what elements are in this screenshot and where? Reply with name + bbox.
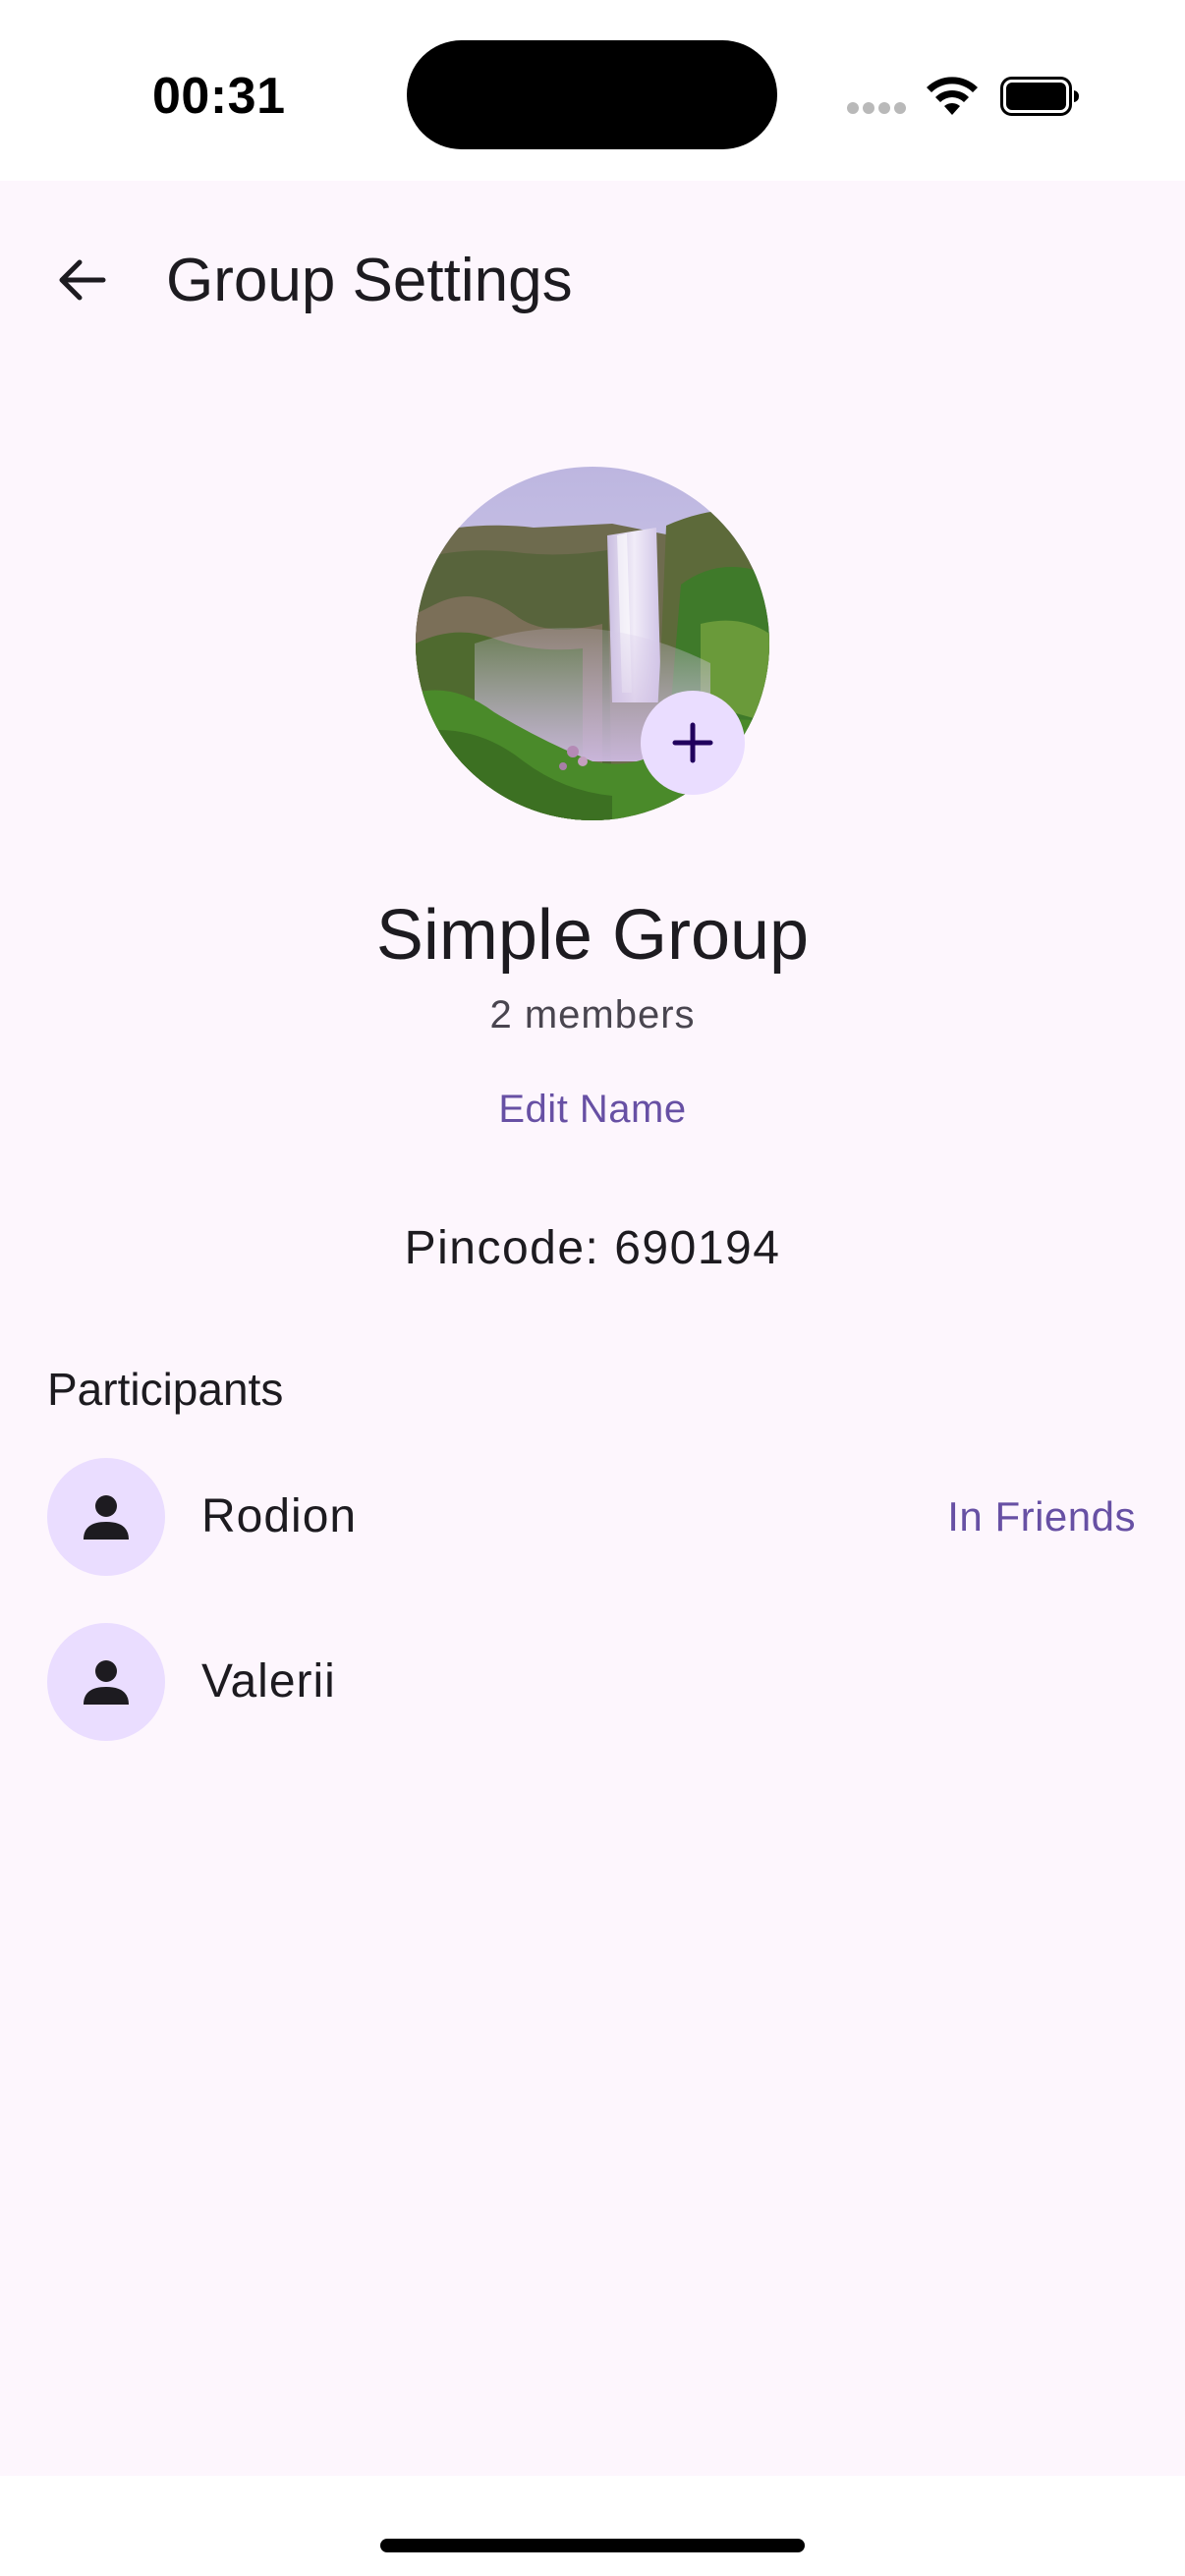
plus-icon bbox=[672, 722, 713, 763]
friend-status[interactable]: In Friends bbox=[947, 1487, 1136, 1546]
screen: 00:31 Group Settings Simple Group 2 memb… bbox=[0, 0, 1185, 2576]
back-button[interactable] bbox=[39, 238, 124, 322]
participant-row[interactable]: Rodion In Friends bbox=[0, 1448, 1185, 1586]
member-count: 2 members bbox=[489, 993, 696, 1036]
person-icon bbox=[84, 1660, 129, 1705]
status-time: 00:31 bbox=[152, 68, 286, 125]
dynamic-island bbox=[407, 40, 777, 149]
home-indicator[interactable] bbox=[380, 2539, 805, 2552]
avatar bbox=[47, 1458, 165, 1576]
cellular-signal-icon bbox=[847, 102, 908, 116]
group-name: Simple Group bbox=[375, 896, 810, 975]
arrow-left-icon bbox=[59, 259, 106, 301]
edit-name-button[interactable]: Edit Name bbox=[465, 1065, 720, 1153]
home-area bbox=[0, 2476, 1185, 2576]
group-settings-page: Group Settings Simple Group 2 members Ed… bbox=[0, 181, 1185, 2476]
pincode-text: Pincode: 690194 bbox=[404, 1222, 781, 1274]
person-icon bbox=[84, 1495, 129, 1540]
participant-name: Rodion bbox=[201, 1490, 358, 1542]
page-title: Group Settings bbox=[166, 247, 573, 314]
participant-row[interactable]: Valerii bbox=[0, 1613, 1185, 1751]
add-photo-button[interactable] bbox=[641, 691, 745, 795]
participant-name: Valerii bbox=[201, 1655, 336, 1708]
wifi-icon bbox=[927, 77, 978, 115]
avatar bbox=[47, 1623, 165, 1741]
battery-icon bbox=[1000, 77, 1079, 116]
participants-title: Participants bbox=[47, 1364, 284, 1415]
top-app-bar: Group Settings bbox=[0, 181, 1185, 377]
status-bar: 00:31 bbox=[0, 0, 1185, 181]
